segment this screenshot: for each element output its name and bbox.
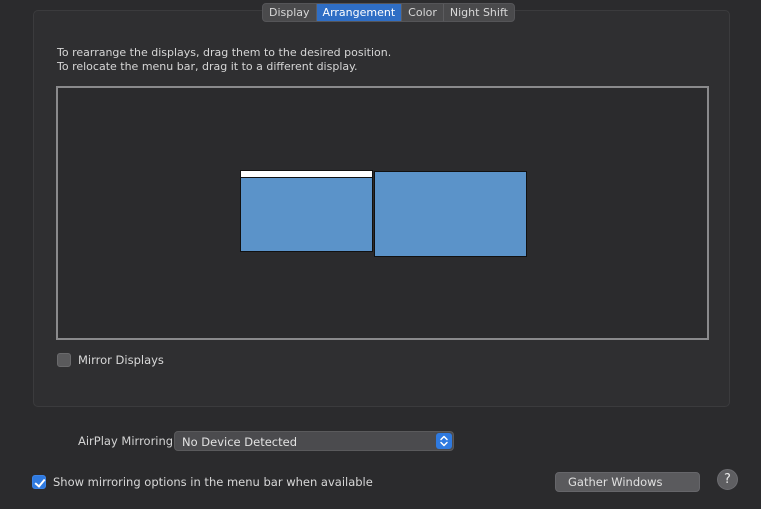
help-button[interactable]: ?: [717, 469, 738, 490]
show-mirroring-row: Show mirroring options in the menu bar w…: [32, 475, 373, 489]
tab-display[interactable]: Display: [263, 4, 317, 21]
instructions-text: To rearrange the displays, drag them to …: [57, 46, 391, 74]
display-main[interactable]: [240, 170, 373, 252]
tab-night-shift[interactable]: Night Shift: [444, 4, 514, 21]
mirror-displays-label: Mirror Displays: [78, 353, 164, 367]
mirror-displays-checkbox[interactable]: [57, 353, 71, 367]
tab-bar: Display Arrangement Color Night Shift: [262, 3, 515, 22]
airplay-selected-value: No Device Detected: [182, 435, 297, 449]
displays-preferences-window: Display Arrangement Color Night Shift To…: [0, 0, 761, 509]
mirror-displays-row: Mirror Displays: [57, 353, 164, 367]
display-secondary[interactable]: [374, 171, 527, 257]
tab-arrangement[interactable]: Arrangement: [316, 4, 403, 21]
gather-windows-button[interactable]: Gather Windows: [555, 472, 700, 492]
show-mirroring-label: Show mirroring options in the menu bar w…: [53, 475, 373, 489]
up-down-chevron-icon: [436, 433, 452, 449]
instructions-line-1: To rearrange the displays, drag them to …: [57, 46, 392, 59]
display-arrangement-area: [56, 86, 709, 340]
instructions-line-2: To relocate the menu bar, drag it to a d…: [57, 60, 358, 73]
tab-color[interactable]: Color: [402, 4, 444, 21]
show-mirroring-checkbox[interactable]: [32, 475, 46, 489]
airplay-mirroring-label: AirPlay Mirroring:: [78, 434, 177, 448]
menu-bar-handle[interactable]: [241, 171, 372, 178]
airplay-mirroring-select[interactable]: No Device Detected: [174, 431, 454, 451]
